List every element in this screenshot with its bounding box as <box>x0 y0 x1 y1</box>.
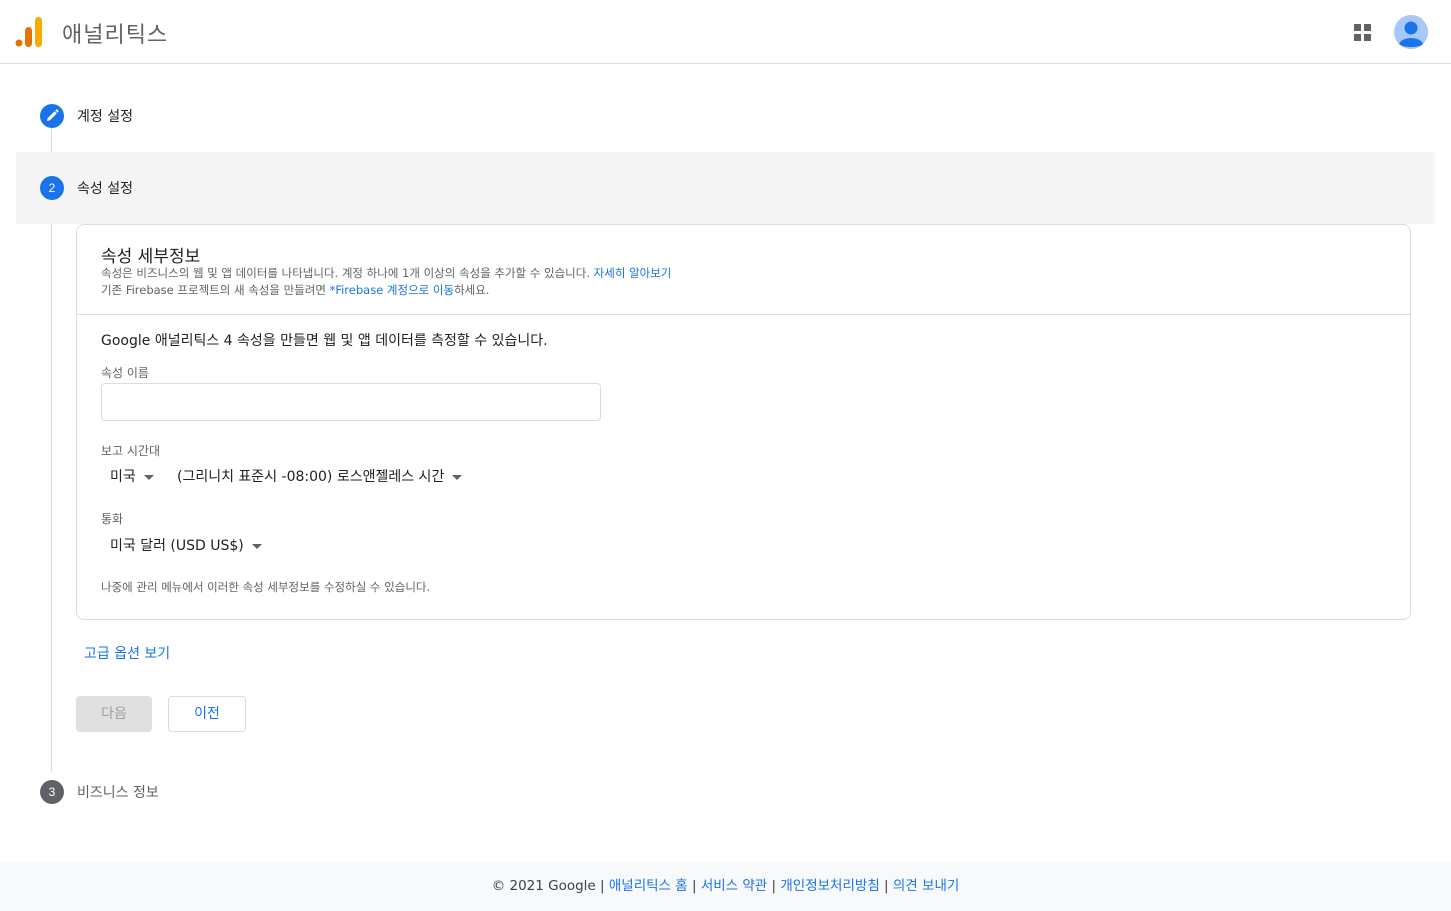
edit-later-note: 나중에 관리 메뉴에서 이러한 속성 세부정보를 수정하실 수 있습니다. <box>101 580 431 594</box>
pencil-icon <box>47 109 59 121</box>
currency-label: 통화 <box>101 512 124 526</box>
description-text: 속성은 비즈니스의 웹 및 앱 데이터를 나타냅니다. 계정 하나에 1개 이상… <box>101 266 591 280</box>
footer-analytics-home-link[interactable]: 애널리틱스 홈 <box>609 878 688 894</box>
firebase-text-suffix: 하세요. <box>454 283 490 297</box>
property-name-label: 속성 이름 <box>101 366 149 380</box>
step-label: 비즈니스 정보 <box>77 785 159 801</box>
footer-terms-link[interactable]: 서비스 약관 <box>701 878 767 894</box>
person-icon <box>1394 15 1428 49</box>
footer-copyright: © 2021 Google <box>491 878 596 894</box>
footer-separator: | <box>879 878 893 894</box>
footer: © 2021 Google | 애널리틱스 홈 | 서비스 약관 | 개인정보처… <box>0 862 1451 911</box>
dropdown-arrow-icon <box>452 474 463 480</box>
step-number-badge: 3 <box>40 780 64 804</box>
step-account-setup[interactable]: 계정 설정 <box>16 96 1435 136</box>
card-header: 속성 세부정보 속성은 비즈니스의 웹 및 앱 데이터를 나타냅니다. 계정 하… <box>77 225 1410 315</box>
firebase-account-link[interactable]: *Firebase 계정으로 이동 <box>330 283 454 297</box>
footer-separator: | <box>767 878 781 894</box>
apps-grid-icon[interactable] <box>1354 24 1372 42</box>
ga4-intro-text: Google 애널리틱스 4 속성을 만들면 웹 및 앱 데이터를 측정할 수 … <box>101 333 548 349</box>
currency-value: 미국 달러 (USD US$) <box>110 538 244 554</box>
firebase-description: 기존 Firebase 프로젝트의 새 속성을 만들려면 *Firebase 계… <box>101 282 489 298</box>
account-avatar[interactable] <box>1394 15 1428 49</box>
previous-button[interactable]: 이전 <box>168 696 246 732</box>
step-property-setup[interactable]: 2 속성 설정 <box>16 152 1435 224</box>
footer-separator: | <box>687 878 701 894</box>
learn-more-link[interactable]: 자세히 알아보기 <box>594 266 672 280</box>
advanced-options-link[interactable]: 고급 옵션 보기 <box>84 643 170 663</box>
footer-feedback-link[interactable]: 의견 보내기 <box>893 878 959 894</box>
country-value: 미국 <box>110 469 136 485</box>
analytics-logo-icon[interactable] <box>15 17 43 47</box>
firebase-text-prefix: 기존 Firebase 프로젝트의 새 속성을 만들려면 <box>101 283 330 297</box>
timezone-label: 보고 시간대 <box>101 444 161 458</box>
step-business-info[interactable]: 3 비즈니스 정보 <box>16 772 1435 812</box>
timezone-value: (그리니치 표준시 -08:00) 로스앤젤레스 시간 <box>177 469 445 485</box>
next-button[interactable]: 다음 <box>76 696 152 732</box>
app-title: 애널리틱스 <box>62 23 169 48</box>
currency-select[interactable]: 미국 달러 (USD US$) <box>110 535 262 555</box>
footer-privacy-link[interactable]: 개인정보처리방침 <box>780 878 879 894</box>
top-app-bar: 애널리틱스 <box>0 0 1451 64</box>
card-description: 속성은 비즈니스의 웹 및 앱 데이터를 나타냅니다. 계정 하나에 1개 이상… <box>101 265 671 281</box>
property-name-input[interactable] <box>101 383 601 421</box>
step-label: 속성 설정 <box>77 181 133 197</box>
stepper-connector <box>51 128 52 772</box>
property-details-card: 속성 세부정보 속성은 비즈니스의 웹 및 앱 데이터를 나타냅니다. 계정 하… <box>76 224 1411 620</box>
timezone-select[interactable]: (그리니치 표준시 -08:00) 로스앤젤레스 시간 <box>177 466 463 486</box>
step-label: 계정 설정 <box>77 109 133 125</box>
card-title: 속성 세부정보 <box>101 247 201 267</box>
dropdown-arrow-icon <box>143 474 154 480</box>
dropdown-arrow-icon <box>251 543 262 549</box>
footer-separator: | <box>595 878 609 894</box>
step-number-badge: 2 <box>40 176 64 200</box>
country-select[interactable]: 미국 <box>110 466 154 486</box>
step-done-badge <box>40 104 64 128</box>
